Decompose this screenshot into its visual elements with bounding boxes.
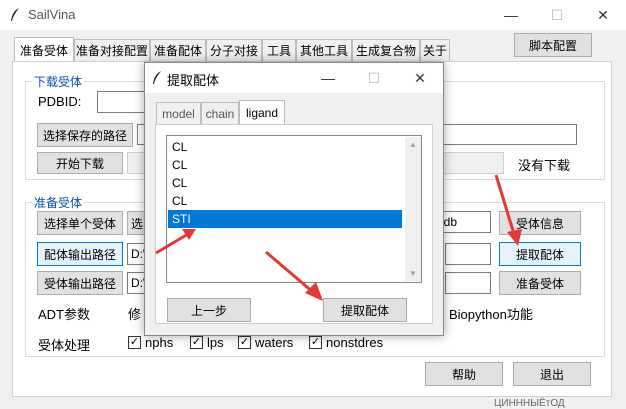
arrow-to-sti-icon — [155, 229, 196, 255]
arrow-to-extract-ligand-icon — [494, 174, 522, 246]
arrow-to-dialog-extract-icon — [265, 250, 323, 301]
annotation-arrows — [155, 174, 522, 301]
